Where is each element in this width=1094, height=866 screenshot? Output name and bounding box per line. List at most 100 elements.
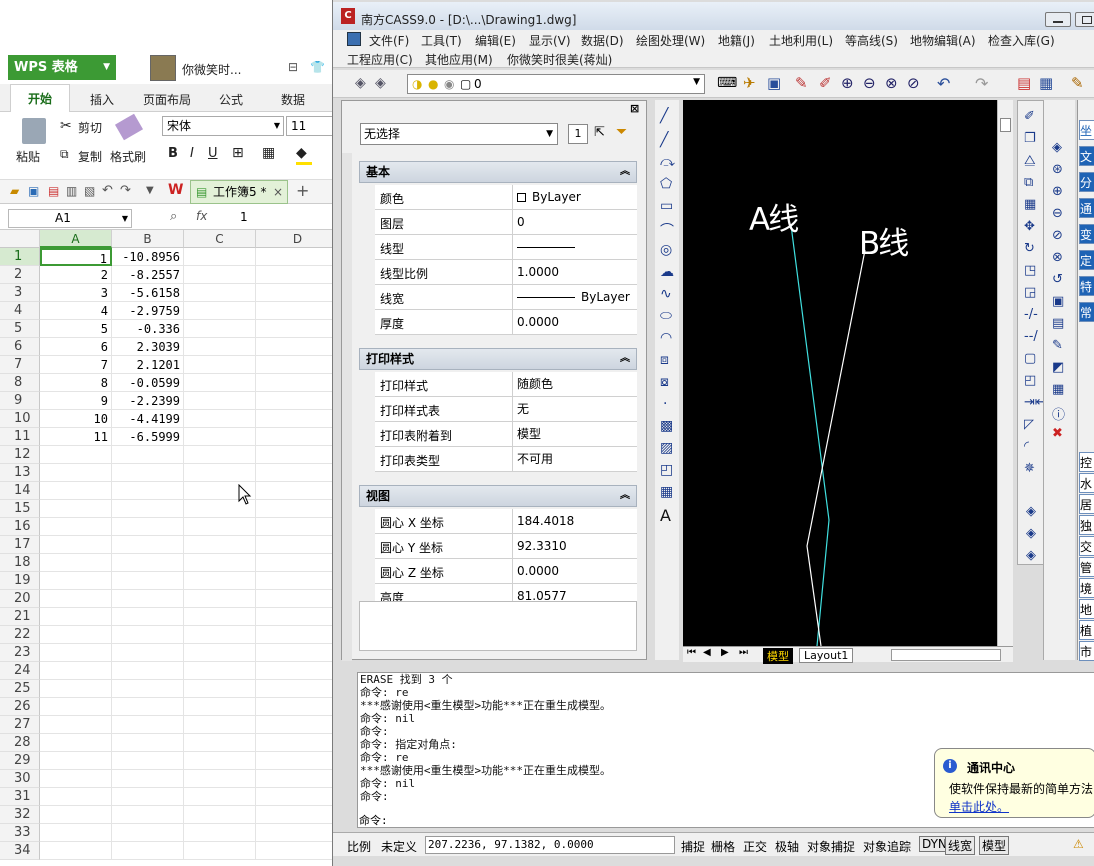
collapse-icon[interactable]: ︽ <box>620 486 630 506</box>
tab-insert[interactable]: 插入 <box>90 91 114 108</box>
layer-state-icon[interactable]: ◈ <box>1026 504 1036 519</box>
delete-icon[interactable]: ✖ <box>1052 426 1063 441</box>
row-header[interactable]: 9 <box>0 392 40 410</box>
font-color-icon[interactable]: ◆ <box>296 145 307 161</box>
cell-a[interactable] <box>40 662 112 680</box>
property-row[interactable]: 线宽 ByLayer <box>375 285 637 310</box>
row-header[interactable]: 17 <box>0 536 40 554</box>
cell-a[interactable] <box>40 482 112 500</box>
status-toggle[interactable]: 栅格 <box>711 838 735 855</box>
pdf-icon[interactable]: ▤ <box>48 184 59 198</box>
cell-a[interactable] <box>40 680 112 698</box>
cell-b[interactable] <box>112 734 184 752</box>
cell-b[interactable] <box>112 464 184 482</box>
cell-b[interactable] <box>112 554 184 572</box>
border-icon[interactable]: ⊞ <box>232 145 244 161</box>
row-header[interactable]: 10 <box>0 410 40 428</box>
cut-button[interactable]: 剪切 <box>78 119 102 136</box>
row-header[interactable]: 32 <box>0 806 40 824</box>
rectangle-icon[interactable]: ▭ <box>660 198 673 214</box>
cell-b[interactable]: -5.6158 <box>112 284 184 302</box>
cell-b[interactable] <box>112 536 184 554</box>
cell-d[interactable] <box>256 680 340 698</box>
panel-item[interactable]: 分 <box>1079 172 1094 192</box>
cell-b[interactable]: -8.2557 <box>112 266 184 284</box>
skin-icon[interactable]: 👕 <box>310 60 325 74</box>
fillet-icon[interactable]: ◜ <box>1024 439 1029 454</box>
toggle-pickadd-icon[interactable]: 1 <box>568 124 588 144</box>
row-header[interactable]: 19 <box>0 572 40 590</box>
layer-state-icon[interactable]: ◈ <box>1026 526 1036 541</box>
column-header-c[interactable]: C <box>184 230 256 248</box>
zoom-realtime-icon[interactable]: ⊕ <box>841 74 854 92</box>
property-value[interactable]: ByLayer <box>512 285 637 310</box>
cell-a[interactable] <box>40 464 112 482</box>
properties-icon[interactable]: ▦ <box>1052 382 1064 397</box>
property-row[interactable]: 图层 0 <box>375 210 637 235</box>
pen-icon[interactable]: ✎ <box>1071 74 1084 92</box>
zoom-icon[interactable]: ⌕ <box>170 209 177 224</box>
status-toggle[interactable]: 正交 <box>743 838 767 855</box>
make-block-icon[interactable]: ⧇ <box>660 374 669 390</box>
cell-b[interactable] <box>112 500 184 518</box>
cell-d[interactable] <box>256 428 340 446</box>
fill-icon[interactable]: ▦ <box>262 145 275 161</box>
cell-a[interactable]: 9 <box>40 392 112 410</box>
minimize-button[interactable] <box>1045 12 1071 27</box>
document-tab[interactable]: ▤ 工作簿5 * × <box>190 180 288 204</box>
row-header[interactable]: 22 <box>0 626 40 644</box>
property-row[interactable]: 打印表类型 不可用 <box>375 447 637 472</box>
cell-c[interactable] <box>184 446 256 464</box>
status-toggle[interactable]: 模型 <box>979 836 1010 855</box>
cell-a[interactable]: 11 <box>40 428 112 446</box>
cell-b[interactable] <box>112 446 184 464</box>
row-header[interactable]: 34 <box>0 842 40 860</box>
cell-a[interactable] <box>40 842 112 860</box>
coordinate-readout[interactable]: 207.2236, 97.1382, 0.0000 <box>425 836 675 854</box>
revcloud-icon[interactable]: ☁ <box>660 264 674 280</box>
layer-previous-icon[interactable]: ◈ <box>375 75 386 91</box>
row-header[interactable]: 13 <box>0 464 40 482</box>
menu-item[interactable]: 你微笑时很美(蒋灿) <box>507 51 612 68</box>
spline-icon[interactable]: ∿ <box>660 286 672 302</box>
status-toggle[interactable]: 对象捕捉 <box>807 838 855 855</box>
cell-a[interactable] <box>40 518 112 536</box>
status-toggle[interactable]: 捕捉 <box>681 838 705 855</box>
row-header[interactable]: 3 <box>0 284 40 302</box>
cell-c[interactable] <box>184 374 256 392</box>
fx-button[interactable]: fx <box>196 209 207 223</box>
cell-a[interactable] <box>40 824 112 842</box>
cell-a[interactable] <box>40 446 112 464</box>
row-header[interactable]: 15 <box>0 500 40 518</box>
status-toggle[interactable]: 线宽 <box>945 836 976 855</box>
panel-item[interactable]: 特 <box>1079 276 1094 296</box>
row-header[interactable]: 12 <box>0 446 40 464</box>
cell-b[interactable]: -0.336 <box>112 320 184 338</box>
layers-icon[interactable]: ◈ <box>1052 140 1062 155</box>
cell-d[interactable] <box>256 698 340 716</box>
corner-select-all[interactable] <box>0 230 40 248</box>
cell-c[interactable] <box>184 644 256 662</box>
menu-item[interactable]: 工具(T) <box>421 32 462 49</box>
cell-b[interactable] <box>112 806 184 824</box>
cell-c[interactable] <box>184 590 256 608</box>
cell-b[interactable] <box>112 752 184 770</box>
cell-d[interactable] <box>256 536 340 554</box>
cell-d[interactable] <box>256 446 340 464</box>
edit-attribute-icon[interactable]: ✎ <box>1052 338 1063 353</box>
property-row[interactable]: 打印表附着到 模型 <box>375 422 637 447</box>
panel-item[interactable]: 通 <box>1079 198 1094 218</box>
property-value[interactable]: Continuous <box>512 235 637 278</box>
redo-icon[interactable]: ↷ <box>120 183 131 198</box>
panel-item[interactable]: 植 <box>1079 620 1094 640</box>
gradient-icon[interactable]: ▨ <box>660 440 673 456</box>
tab-layout1[interactable]: Layout1 <box>799 648 854 663</box>
cell-d[interactable] <box>256 590 340 608</box>
avatar[interactable] <box>150 55 176 81</box>
cell-c[interactable] <box>184 680 256 698</box>
cell-c[interactable] <box>184 734 256 752</box>
copy-icon[interactable]: ⧉ <box>60 147 69 162</box>
chamfer-icon[interactable]: ◸ <box>1024 417 1034 432</box>
notification-balloon[interactable]: i 通讯中心 使软件保持最新的简单方法 单击此处。 <box>934 748 1094 818</box>
line-b[interactable] <box>806 249 866 646</box>
